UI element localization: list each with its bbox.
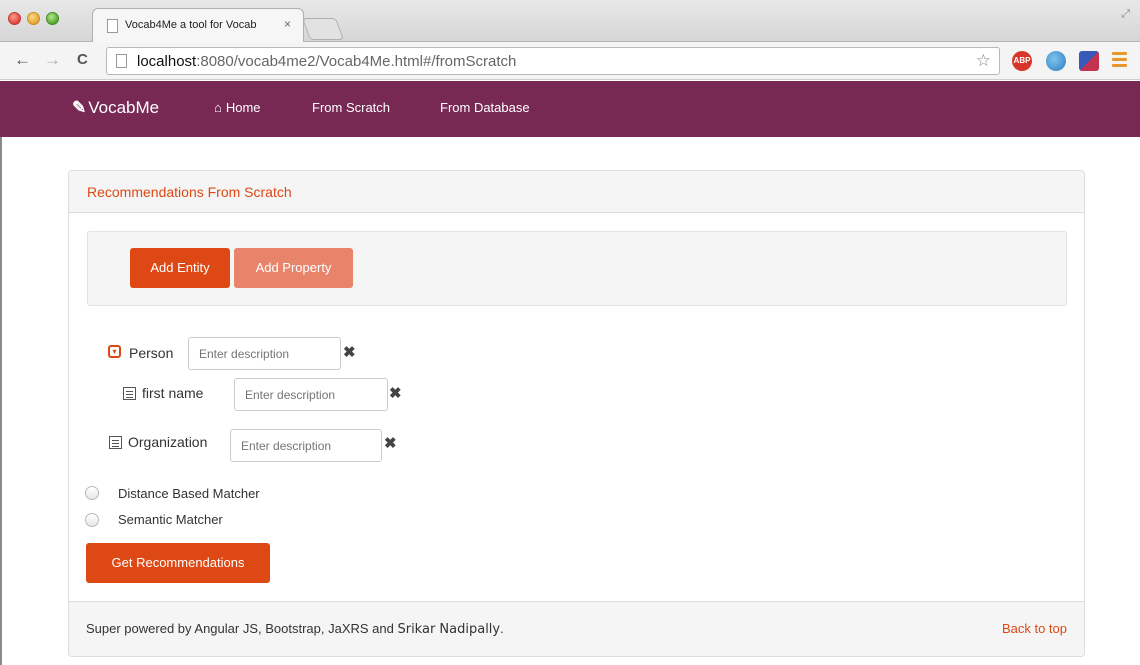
nav-home[interactable]: ⌂ Home [214, 100, 261, 115]
collapse-toggle-icon[interactable]: ▾ [108, 345, 121, 358]
panel-title: Recommendations From Scratch [87, 184, 292, 200]
distance-matcher-label[interactable]: Distance Based Matcher [118, 486, 260, 501]
page-icon [116, 54, 127, 68]
panel-heading: Recommendations From Scratch [69, 171, 1084, 213]
tab-title: Vocab4Me a tool for Vocab [125, 19, 257, 31]
extension-icon[interactable] [1079, 51, 1099, 71]
forward-arrow-icon[interactable]: → [44, 50, 61, 70]
back-arrow-icon[interactable]: ← [14, 50, 31, 70]
home-icon: ⌂ [214, 100, 222, 115]
reload-icon[interactable]: C [77, 51, 88, 68]
panel-footer: Super powered by Angular JS, Bootstrap, … [69, 601, 1084, 656]
remove-icon[interactable]: ✖ [343, 343, 356, 361]
remove-icon[interactable]: ✖ [384, 434, 397, 452]
window-maximize-button[interactable] [46, 12, 59, 25]
window-close-button[interactable] [8, 12, 21, 25]
edit-check-icon: ✎ [72, 98, 87, 117]
fullscreen-icon[interactable]: ⤢ [1121, 8, 1130, 21]
brand-logo[interactable]: ✎ VocabMe [72, 98, 159, 118]
semantic-matcher-label[interactable]: Semantic Matcher [118, 512, 223, 527]
browser-titlebar: Vocab4Me a tool for Vocab × ⤢ [0, 0, 1140, 42]
footer-credits: Super powered by Angular JS, Bootstrap, … [86, 621, 504, 637]
url-text[interactable]: localhost:8080/vocab4me2/Vocab4Me.html#/… [137, 53, 516, 70]
get-recommendations-button[interactable]: Get Recommendations [86, 543, 270, 583]
entity-label: Person [129, 345, 174, 361]
recommendations-panel: Recommendations From Scratch Add Entity … [68, 170, 1085, 657]
window-minimize-button[interactable] [27, 12, 40, 25]
address-bar[interactable]: localhost:8080/vocab4me2/Vocab4Me.html#/… [106, 47, 1000, 75]
add-property-button[interactable]: Add Property [234, 248, 353, 288]
globe-extension-icon[interactable] [1046, 51, 1066, 71]
browser-menu-icon[interactable] [1112, 52, 1127, 70]
button-well: Add Entity Add Property [87, 231, 1067, 306]
browser-tab[interactable]: Vocab4Me a tool for Vocab × [92, 8, 304, 42]
entity-label: Organization [128, 434, 208, 450]
add-entity-button[interactable]: Add Entity [130, 248, 230, 288]
property-label: first name [142, 385, 204, 401]
window-frame-edge [0, 137, 2, 665]
semantic-matcher-radio[interactable] [85, 513, 99, 527]
author-name: Srikar Nadipally [397, 622, 501, 637]
nav-from-scratch[interactable]: From Scratch [312, 100, 390, 115]
property-description-input[interactable] [234, 378, 388, 411]
back-to-top-link[interactable]: Back to top [1002, 621, 1067, 636]
bookmark-star-icon[interactable]: ☆ [976, 51, 991, 71]
tab-close-icon[interactable]: × [284, 17, 291, 31]
browser-toolbar: ← → C localhost:8080/vocab4me2/Vocab4Me.… [0, 42, 1140, 80]
list-icon [109, 436, 122, 449]
nav-from-database[interactable]: From Database [440, 100, 530, 115]
page-icon [107, 19, 118, 33]
entity-description-input[interactable] [188, 337, 341, 370]
remove-icon[interactable]: ✖ [389, 384, 402, 402]
adblock-icon[interactable]: ABP [1012, 51, 1032, 71]
new-tab-button[interactable] [301, 18, 345, 40]
app-navbar: ✎ VocabMe ⌂ Home From Scratch From Databas… [0, 81, 1140, 137]
entity-description-input[interactable] [230, 429, 382, 462]
distance-matcher-radio[interactable] [85, 486, 99, 500]
list-icon [123, 387, 136, 400]
